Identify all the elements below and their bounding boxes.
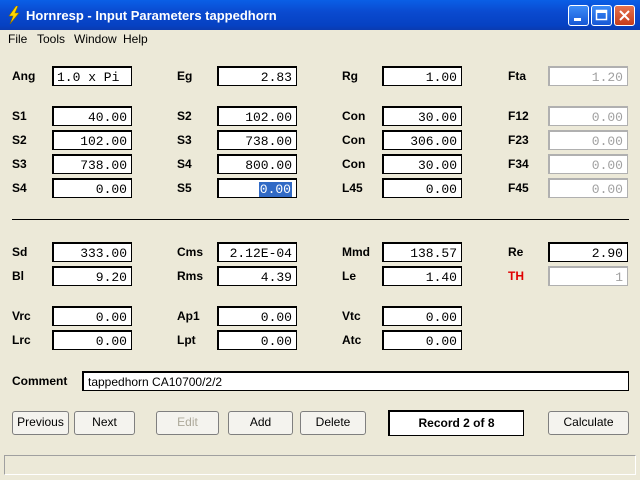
- s3-label-2: S3: [12, 157, 27, 171]
- minimize-button[interactable]: [568, 5, 589, 26]
- window-title: Hornresp - Input Parameters tappedhorn: [26, 8, 277, 23]
- f23-label: F23: [508, 133, 529, 147]
- next-button[interactable]: Next: [74, 411, 135, 435]
- rms-label: Rms: [177, 269, 204, 283]
- s5-value: 0.00: [258, 182, 292, 197]
- re-label: Re: [508, 245, 524, 259]
- l45-field[interactable]: 0.00: [382, 178, 462, 198]
- menu-file[interactable]: File: [8, 32, 27, 46]
- le-field[interactable]: 1.40: [382, 266, 462, 286]
- f34-label: F34: [508, 157, 529, 171]
- con-field-2[interactable]: 306.00: [382, 130, 462, 150]
- comment-field[interactable]: tappedhorn CA10700/2/2: [82, 371, 629, 391]
- s4-label-2: S4: [12, 181, 27, 195]
- menu-window[interactable]: Window: [74, 32, 117, 46]
- lightning-icon: [8, 6, 20, 24]
- s4-field[interactable]: 800.00: [217, 154, 297, 174]
- add-button[interactable]: Add: [228, 411, 293, 435]
- minimize-icon: [574, 18, 581, 21]
- maximize-button[interactable]: [591, 5, 612, 26]
- rms-field[interactable]: 4.39: [217, 266, 297, 286]
- rg-field[interactable]: 1.00: [382, 66, 462, 86]
- record-indicator: Record 2 of 8: [388, 410, 524, 436]
- s4-field-2[interactable]: 0.00: [52, 178, 132, 198]
- s2-label-2: S2: [12, 133, 27, 147]
- vrc-label: Vrc: [12, 309, 31, 323]
- menu-tools[interactable]: Tools: [37, 32, 65, 46]
- comment-label: Comment: [12, 374, 68, 388]
- bl-field[interactable]: 9.20: [52, 266, 132, 286]
- menu-bar: File Tools Window Help: [0, 30, 640, 48]
- close-icon: [619, 10, 630, 21]
- ap1-label: Ap1: [177, 309, 200, 323]
- con-field-1[interactable]: 30.00: [382, 106, 462, 126]
- delete-button[interactable]: Delete: [300, 411, 366, 435]
- menu-help[interactable]: Help: [123, 32, 148, 46]
- s3-field[interactable]: 738.00: [217, 130, 297, 150]
- maximize-icon: [595, 9, 608, 21]
- lrc-field[interactable]: 0.00: [52, 330, 132, 350]
- calculate-button[interactable]: Calculate: [548, 411, 629, 435]
- th-label: TH: [508, 269, 524, 283]
- lrc-label: Lrc: [12, 333, 31, 347]
- s3-field-2[interactable]: 738.00: [52, 154, 132, 174]
- s5-field[interactable]: 0.00: [217, 178, 297, 198]
- s2-field-2[interactable]: 102.00: [52, 130, 132, 150]
- con-field-3[interactable]: 30.00: [382, 154, 462, 174]
- s5-label: S5: [177, 181, 192, 195]
- previous-button[interactable]: Previous: [12, 411, 69, 435]
- s1-field[interactable]: 40.00: [52, 106, 132, 126]
- re-field[interactable]: 2.90: [548, 242, 628, 262]
- vtc-field[interactable]: 0.00: [382, 306, 462, 326]
- title-bar: Hornresp - Input Parameters tappedhorn: [0, 0, 640, 30]
- section-divider: [12, 219, 629, 220]
- ang-field[interactable]: 1.0 x Pi: [52, 66, 132, 86]
- sd-field[interactable]: 333.00: [52, 242, 132, 262]
- rg-label: Rg: [342, 69, 358, 83]
- atc-field[interactable]: 0.00: [382, 330, 462, 350]
- f23-field: 0.00: [548, 130, 628, 150]
- sd-label: Sd: [12, 245, 28, 259]
- atc-label: Atc: [342, 333, 362, 347]
- cms-field[interactable]: 2.12E-04: [217, 242, 297, 262]
- bl-label: Bl: [12, 269, 24, 283]
- eg-label: Eg: [177, 69, 193, 83]
- le-label: Le: [342, 269, 357, 283]
- vtc-label: Vtc: [342, 309, 361, 323]
- con-label-3: Con: [342, 157, 366, 171]
- l45-label: L45: [342, 181, 363, 195]
- status-bar: [4, 455, 636, 475]
- cms-label: Cms: [177, 245, 204, 259]
- s2-label: S2: [177, 109, 192, 123]
- con-label-1: Con: [342, 109, 366, 123]
- f12-field: 0.00: [548, 106, 628, 126]
- lpt-label: Lpt: [177, 333, 196, 347]
- fta-field: 1.20: [548, 66, 628, 86]
- f12-label: F12: [508, 109, 529, 123]
- edit-button: Edit: [156, 411, 219, 435]
- ang-label: Ang: [12, 69, 36, 83]
- s3-label: S3: [177, 133, 192, 147]
- s2-field[interactable]: 102.00: [217, 106, 297, 126]
- f45-field: 0.00: [548, 178, 628, 198]
- vrc-field[interactable]: 0.00: [52, 306, 132, 326]
- mmd-field[interactable]: 138.57: [382, 242, 462, 262]
- s4-label: S4: [177, 157, 192, 171]
- close-button[interactable]: [614, 5, 635, 26]
- lpt-field[interactable]: 0.00: [217, 330, 297, 350]
- ap1-field[interactable]: 0.00: [217, 306, 297, 326]
- f45-label: F45: [508, 181, 529, 195]
- fta-label: Fta: [508, 69, 526, 83]
- f34-field: 0.00: [548, 154, 628, 174]
- th-field: 1: [548, 266, 628, 286]
- mmd-label: Mmd: [342, 245, 370, 259]
- eg-field[interactable]: 2.83: [217, 66, 297, 86]
- s1-label: S1: [12, 109, 27, 123]
- con-label-2: Con: [342, 133, 366, 147]
